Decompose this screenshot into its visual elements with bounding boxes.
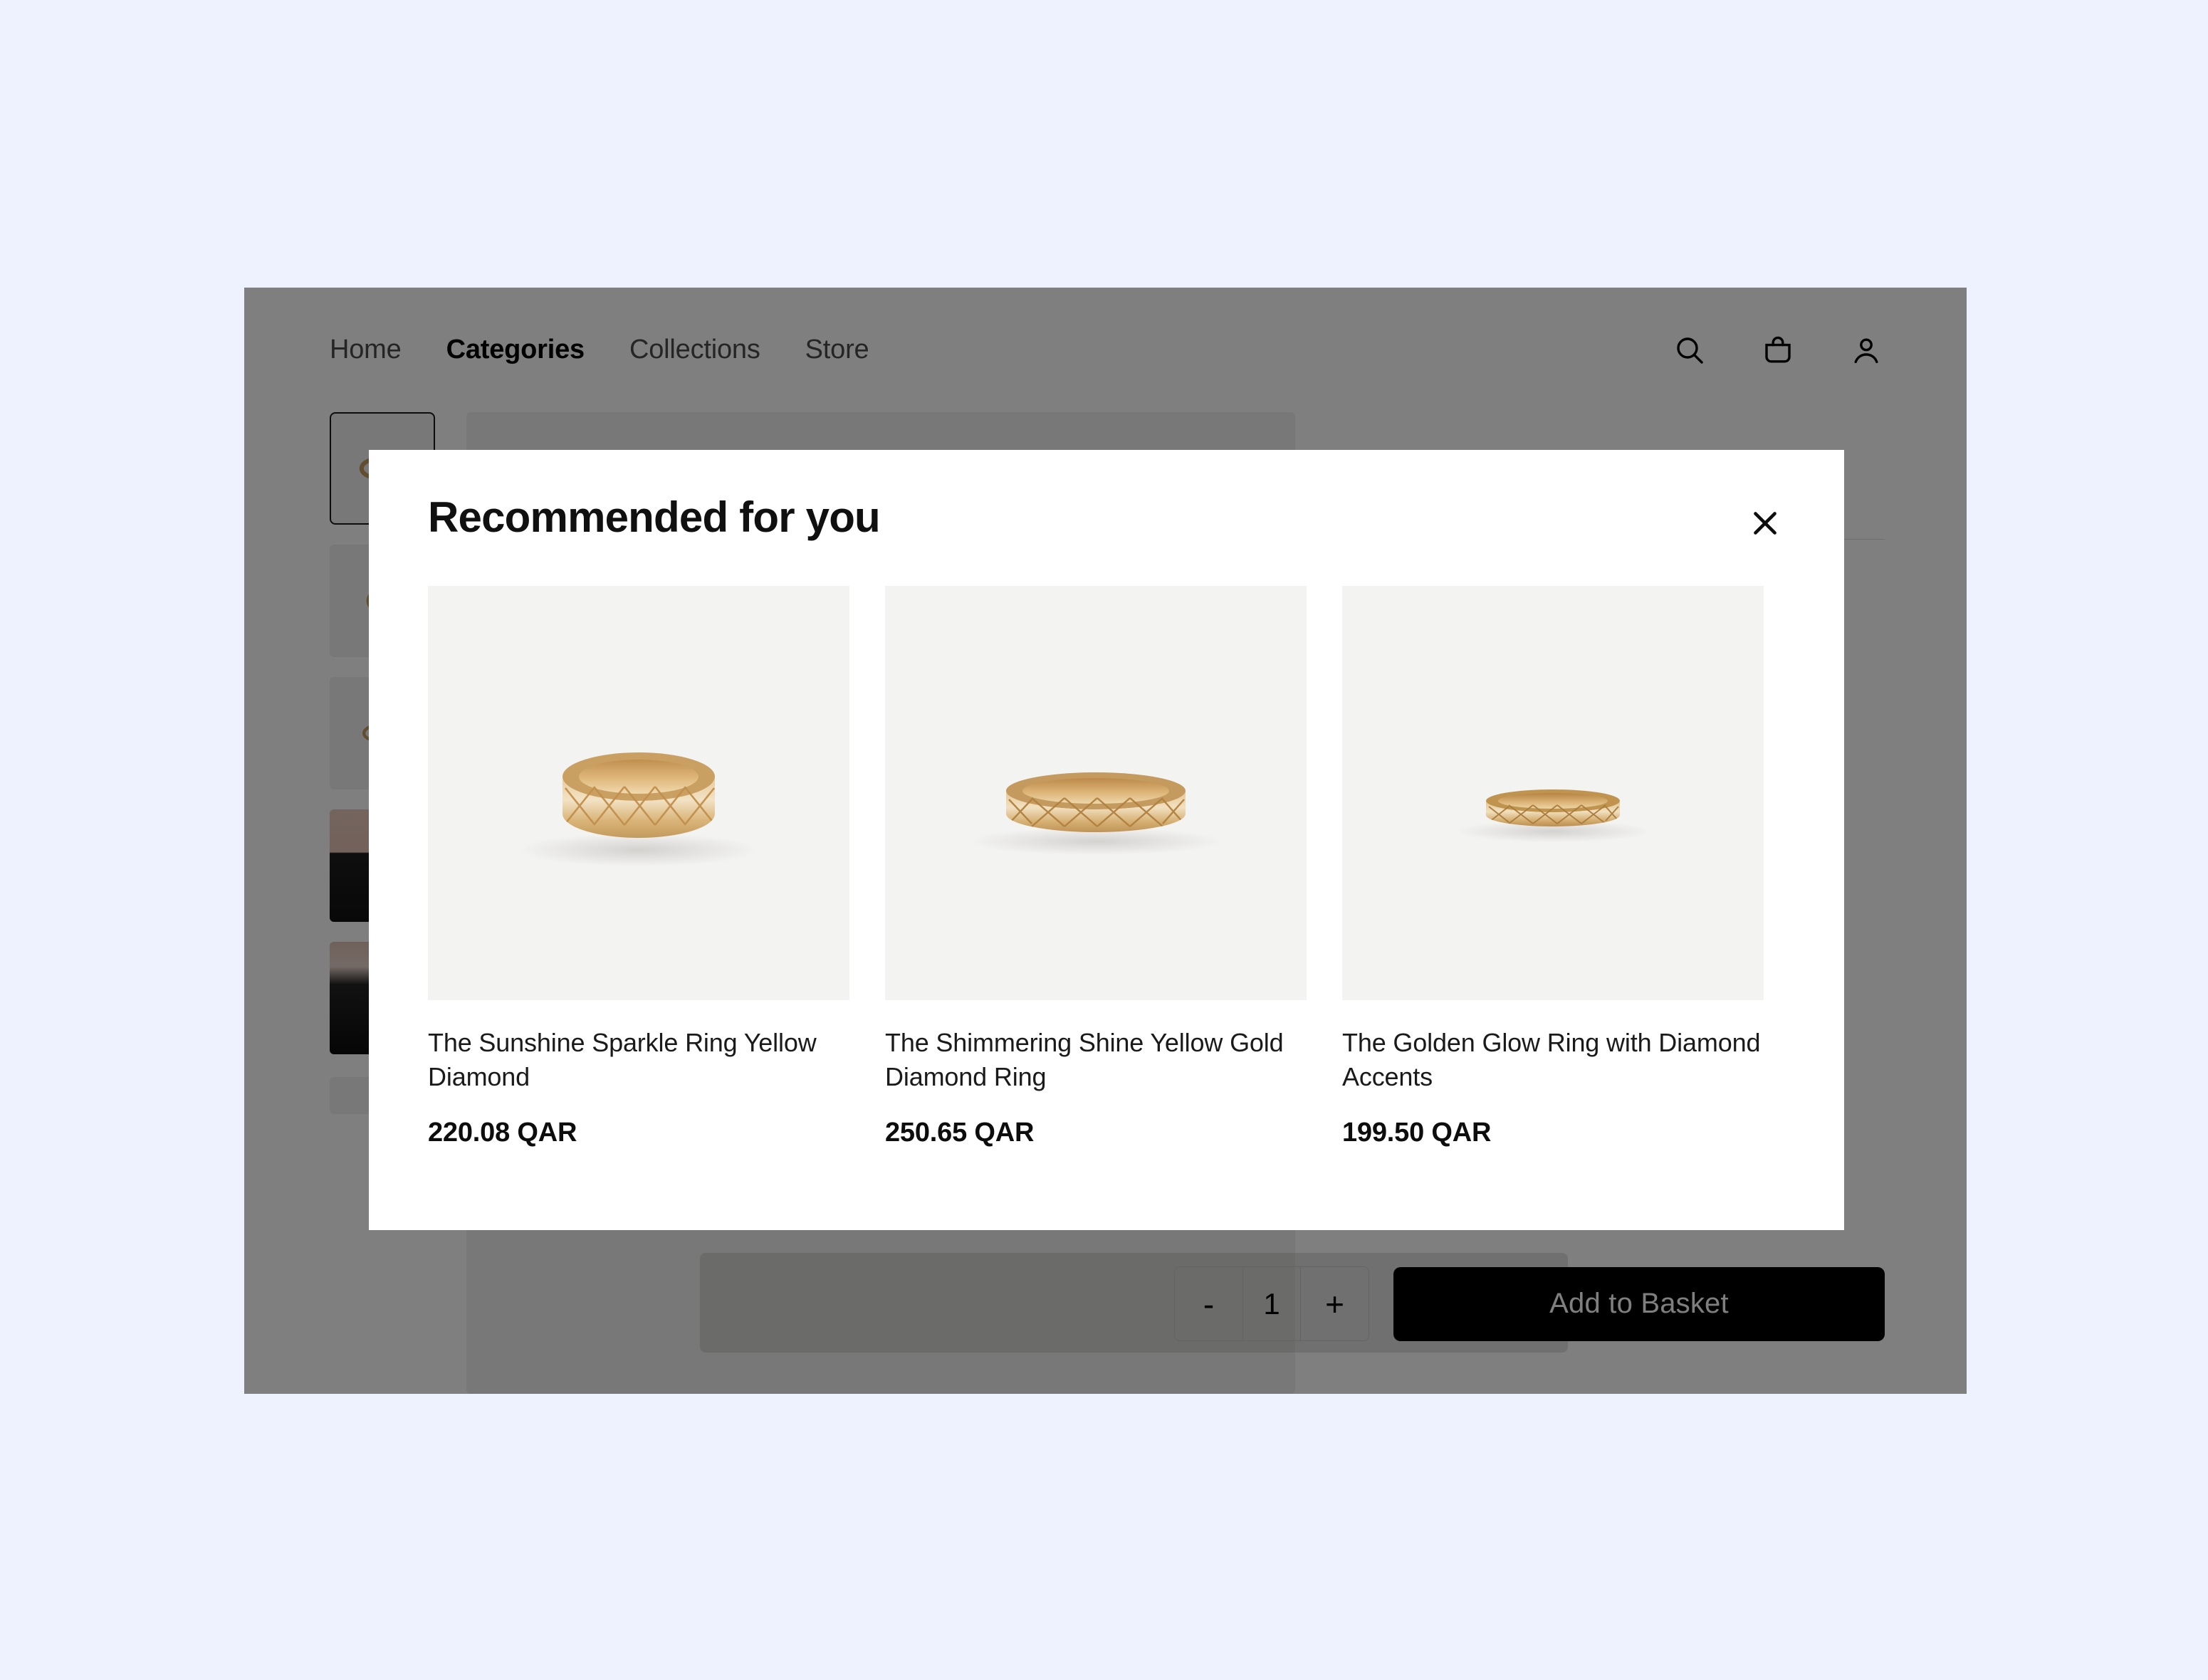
nav-item-store[interactable]: Store [805, 335, 869, 365]
product-image[interactable] [885, 586, 1307, 1000]
decrease-quantity-button[interactable]: - [1175, 1267, 1243, 1340]
product-image[interactable] [1342, 586, 1764, 1000]
search-icon[interactable] [1671, 332, 1708, 369]
modal-title: Recommended for you [428, 493, 881, 541]
product-price: 220.08 QAR [428, 1118, 577, 1148]
site-header: Home Categories Collections Store [244, 288, 1967, 412]
quantity-value[interactable]: 1 [1243, 1267, 1300, 1340]
product-title: The Sunshine Sparkle Ring Yellow Diamond [428, 1028, 817, 1091]
gold-quilted-ring-graphic [1006, 772, 1186, 832]
recommended-modal: Recommended for you The Sunshine Sparkle… [369, 450, 1844, 1230]
gold-quilted-ring-graphic [1486, 789, 1620, 826]
product-image[interactable] [428, 586, 849, 1000]
nav-item-categories[interactable]: Categories [446, 335, 585, 365]
purchase-bar: - 1 + Add to Basket [1174, 1266, 1885, 1341]
add-to-basket-button[interactable]: Add to Basket [1393, 1266, 1885, 1341]
nav-item-home[interactable]: Home [330, 335, 402, 365]
recommended-product-card[interactable]: The Shimmering Shine Yellow Gold Diamond… [885, 586, 1307, 1148]
recommended-product-card[interactable]: The Golden Glow Ring with Diamond Accent… [1342, 586, 1764, 1148]
recommended-products-grid: The Sunshine Sparkle Ring Yellow Diamond… [424, 586, 1789, 1148]
recommended-product-card[interactable]: The Sunshine Sparkle Ring Yellow Diamond… [428, 586, 849, 1148]
product-price: 199.50 QAR [1342, 1118, 1492, 1148]
nav-item-collections[interactable]: Collections [629, 335, 760, 365]
close-icon[interactable] [1743, 501, 1787, 545]
user-icon[interactable] [1848, 332, 1885, 369]
primary-navigation: Home Categories Collections Store [330, 335, 869, 365]
increase-quantity-button[interactable]: + [1300, 1267, 1369, 1340]
shopping-bag-icon[interactable] [1759, 332, 1796, 369]
gold-quilted-ring-graphic [563, 752, 715, 838]
modal-header: Recommended for you [424, 494, 1789, 545]
header-actions [1671, 332, 1885, 369]
product-title: The Shimmering Shine Yellow Gold Diamond… [885, 1028, 1284, 1091]
quantity-stepper: - 1 + [1174, 1266, 1369, 1341]
product-title: The Golden Glow Ring with Diamond Accent… [1342, 1028, 1761, 1091]
product-price: 250.65 QAR [885, 1118, 1035, 1148]
